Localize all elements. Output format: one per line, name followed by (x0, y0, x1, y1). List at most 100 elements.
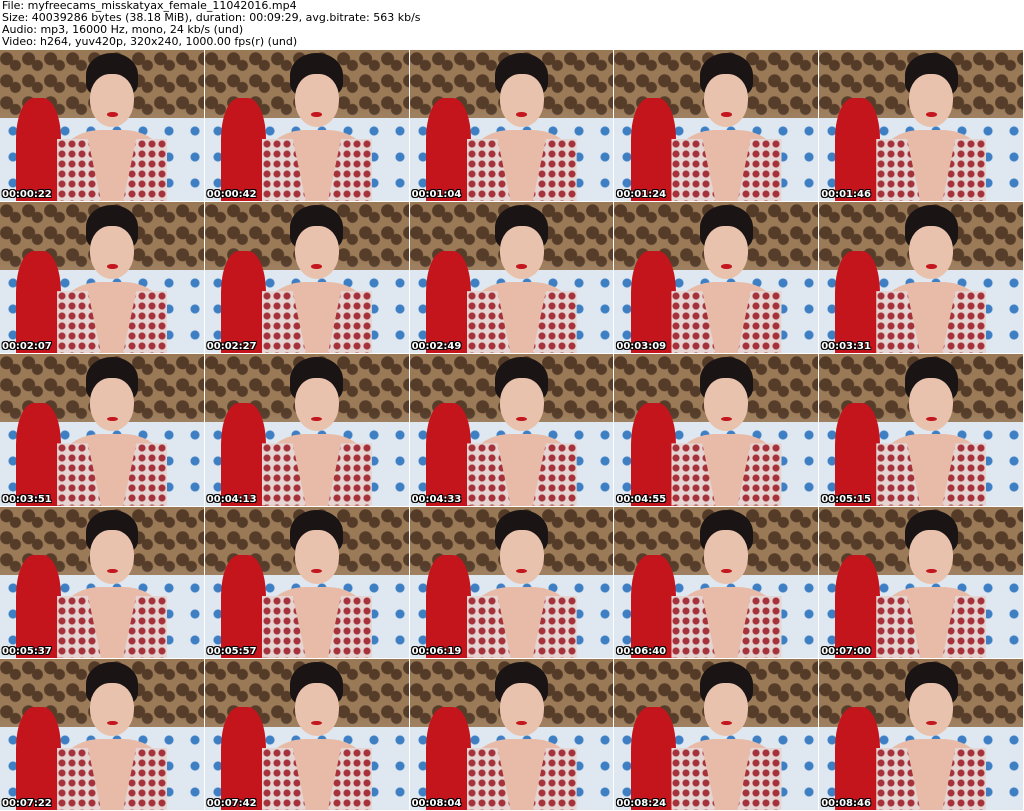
frame-timestamp: 00:01:46 (821, 189, 871, 201)
video-frame-thumbnail: 00:06:40 (614, 506, 819, 658)
red-cushion (835, 554, 881, 658)
video-frame-thumbnail: 00:08:04 (409, 658, 614, 810)
frame-timestamp: 00:02:07 (2, 341, 52, 353)
video-frame-thumbnail: 00:00:42 (204, 50, 409, 202)
person-figure (876, 357, 987, 506)
face (704, 682, 749, 736)
face (909, 225, 954, 280)
person-figure (876, 53, 987, 202)
frame-timestamp: 00:08:04 (411, 797, 462, 809)
red-cushion (630, 98, 676, 202)
face (90, 378, 135, 432)
frame-timestamp: 00:05:37 (2, 645, 52, 657)
frame-timestamp: 00:03:09 (616, 341, 667, 353)
video-frame-thumbnail: 00:03:51 (0, 354, 204, 506)
face (909, 73, 954, 128)
person-figure (671, 661, 782, 810)
frame-timestamp: 00:07:22 (2, 797, 52, 809)
red-cushion (630, 250, 676, 354)
person-figure (466, 509, 577, 658)
video-frame-thumbnail: 00:08:24 (614, 658, 819, 810)
face (704, 73, 749, 128)
person-figure (261, 661, 372, 810)
frame-timestamp: 00:00:42 (206, 189, 257, 201)
video-frame-thumbnail: 00:07:22 (0, 658, 204, 810)
red-lips (106, 568, 118, 574)
video-frame-thumbnail: 00:01:24 (614, 50, 819, 202)
red-lips (925, 264, 937, 269)
red-cushion (425, 98, 471, 202)
person-figure (671, 357, 782, 506)
video-frame-thumbnail: 00:02:49 (409, 202, 614, 354)
video-frame-thumbnail: 00:07:00 (819, 506, 1023, 658)
frame-timestamp: 00:05:15 (821, 493, 871, 505)
file-info-header: File: myfreecams_misskatyax_female_11042… (2, 0, 1022, 48)
red-cushion (835, 402, 881, 506)
red-cushion (221, 554, 266, 658)
red-cushion (221, 402, 266, 506)
person-figure (57, 205, 168, 354)
person-figure (876, 661, 987, 810)
video-frame-thumbnail: 00:04:33 (409, 354, 614, 506)
face (909, 530, 954, 584)
face (499, 530, 544, 584)
person-figure (671, 53, 782, 202)
face (90, 225, 135, 280)
face (294, 225, 339, 280)
frame-timestamp: 00:04:55 (616, 493, 667, 505)
person-figure (57, 357, 168, 506)
red-lips (720, 112, 732, 117)
video-frame-thumbnail: 00:01:46 (819, 50, 1023, 202)
face (499, 225, 544, 280)
red-lips (106, 264, 118, 269)
face (294, 682, 339, 736)
video-frame-thumbnail: 00:05:57 (204, 506, 409, 658)
red-lips (925, 416, 937, 422)
red-cushion (630, 402, 676, 506)
red-cushion (835, 98, 881, 202)
frame-timestamp: 00:01:04 (411, 189, 462, 201)
red-cushion (221, 98, 266, 202)
frame-timestamp: 00:03:31 (821, 341, 871, 353)
video-frame-thumbnail: 00:03:09 (614, 202, 819, 354)
red-cushion (425, 707, 471, 810)
video-frame-thumbnail: 00:05:15 (819, 354, 1023, 506)
red-cushion (16, 98, 62, 202)
person-figure (466, 53, 577, 202)
person-figure (671, 509, 782, 658)
face (499, 682, 544, 736)
person-figure (261, 509, 372, 658)
red-lips (311, 112, 323, 117)
frame-timestamp: 00:08:24 (616, 797, 667, 809)
red-cushion (16, 707, 62, 810)
face (90, 530, 135, 584)
person-figure (57, 53, 168, 202)
video-frame-thumbnail: 00:02:27 (204, 202, 409, 354)
red-lips (925, 112, 937, 117)
person-figure (261, 53, 372, 202)
person-figure (57, 661, 168, 810)
face (499, 73, 544, 128)
person-figure (876, 205, 987, 354)
red-lips (720, 264, 732, 269)
frame-timestamp: 00:06:19 (411, 645, 462, 657)
red-cushion (221, 707, 266, 810)
video-frame-thumbnail: 00:06:19 (409, 506, 614, 658)
frame-timestamp: 00:07:00 (821, 645, 871, 657)
video-frame-thumbnail: 00:08:46 (819, 658, 1023, 810)
frame-timestamp: 00:01:24 (616, 189, 667, 201)
face (704, 225, 749, 280)
red-lips (106, 112, 118, 117)
frame-timestamp: 00:02:49 (411, 341, 462, 353)
person-figure (671, 205, 782, 354)
frame-timestamp: 00:00:22 (2, 189, 52, 201)
red-lips (106, 416, 118, 422)
video-frame-thumbnail: 00:07:42 (204, 658, 409, 810)
red-cushion (16, 250, 62, 354)
frame-timestamp: 00:03:51 (2, 493, 52, 505)
face (909, 378, 954, 432)
red-cushion (425, 250, 471, 354)
face (499, 378, 544, 432)
frame-timestamp: 00:08:46 (821, 797, 871, 809)
video-frame-thumbnail: 00:00:22 (0, 50, 204, 202)
